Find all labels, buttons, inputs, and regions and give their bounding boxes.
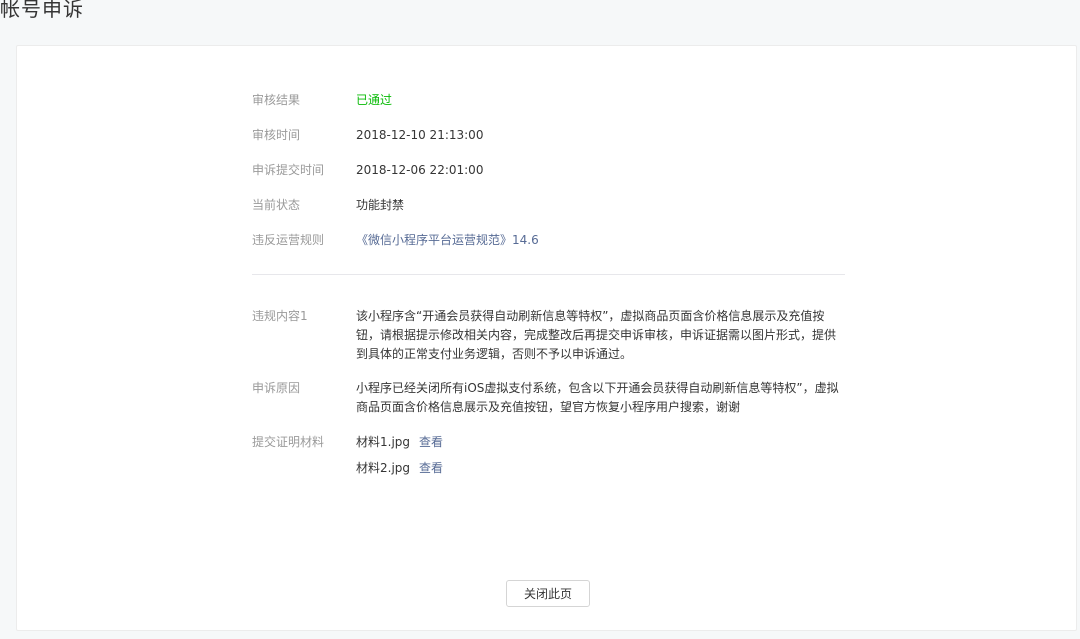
review-time-label: 审核时间 [252,128,301,142]
current-status-value: 功能封禁 [356,198,405,212]
material-item: 材料2.jpg 查看 [356,459,845,478]
violation-content-label: 违规内容1 [252,309,308,323]
submit-time-label: 申诉提交时间 [252,163,325,177]
close-page-button[interactable]: 关闭此页 [506,580,590,607]
view-material-link[interactable]: 查看 [419,461,443,475]
review-result-value: 已通过 [356,93,393,107]
material-file-name: 材料1.jpg [356,435,411,449]
violated-rule-value: 《微信小程序平台运营规范》14.6 [356,231,845,250]
review-result-label: 审核结果 [252,93,301,107]
page-title: 帐号申诉 [0,0,84,21]
material-file-name: 材料2.jpg [356,461,411,475]
view-material-link[interactable]: 查看 [419,435,443,449]
section-divider [252,274,845,275]
review-time-value: 2018-12-10 21:13:00 [356,128,484,142]
operation-rules-link[interactable]: 《微信小程序平台运营规范》14.6 [356,233,539,247]
submit-time-value: 2018-12-06 22:01:00 [356,163,484,177]
appeal-detail-card: 审核结果 已通过 审核时间 2018-12-10 21:13:00 申诉提交时间… [16,45,1077,631]
violated-rule-label: 违反运营规则 [252,233,325,247]
appeal-reason-text: 小程序已经关闭所有iOS虚拟支付系统，包含以下开通会员获得自动刷新信息等特权”，… [356,381,839,414]
material-item: 材料1.jpg 查看 [356,433,845,452]
current-status-label: 当前状态 [252,198,301,212]
violation-content-text: 该小程序含“开通会员获得自动刷新信息等特权”，虚拟商品页面含价格信息展示及充值按… [356,309,837,361]
materials-list: 材料1.jpg 查看 材料2.jpg 查看 [356,433,845,485]
materials-label: 提交证明材料 [252,435,325,449]
appeal-reason-label: 申诉原因 [252,381,301,395]
